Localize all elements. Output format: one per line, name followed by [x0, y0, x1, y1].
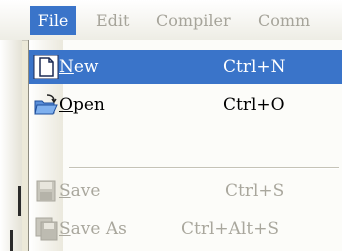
menu-item-save[interactable]: Save Ctrl+S [29, 174, 342, 208]
menu-comm[interactable]: Comm [258, 11, 310, 30]
save-disk-icon [33, 179, 59, 203]
menu-bar: File Edit Compiler Comm [0, 0, 342, 41]
open-folder-icon [33, 93, 59, 117]
menu-item-label: Save As [59, 219, 127, 239]
menu-item-shortcut: Ctrl+O [223, 95, 285, 115]
menu-edit[interactable]: Edit [96, 11, 129, 30]
menu-file[interactable]: File [30, 6, 76, 35]
menu-compiler[interactable]: Compiler [156, 11, 231, 30]
menu-item-shortcut: Ctrl+N [223, 57, 286, 77]
background-edge [18, 186, 21, 216]
left-toolbar-strip [0, 40, 22, 251]
file-dropdown-menu: New Ctrl+N Open Ctrl+O Save Ctrl+S Save … [28, 40, 342, 251]
menu-item-label: Open [59, 95, 105, 115]
menu-separator [69, 167, 339, 169]
menu-item-shortcut: Ctrl+S [225, 181, 285, 201]
new-document-icon [33, 54, 59, 80]
menu-item-shortcut: Ctrl+Alt+S [181, 219, 280, 239]
menu-item-open[interactable]: Open Ctrl+O [29, 88, 342, 122]
menu-item-label: Save [59, 181, 101, 201]
background-edge [10, 230, 13, 251]
menu-item-label: New [59, 57, 99, 77]
menu-item-save-as[interactable]: Save As Ctrl+Alt+S [29, 212, 342, 246]
save-as-disk-icon [33, 217, 59, 241]
menu-item-new[interactable]: New Ctrl+N [29, 50, 342, 84]
